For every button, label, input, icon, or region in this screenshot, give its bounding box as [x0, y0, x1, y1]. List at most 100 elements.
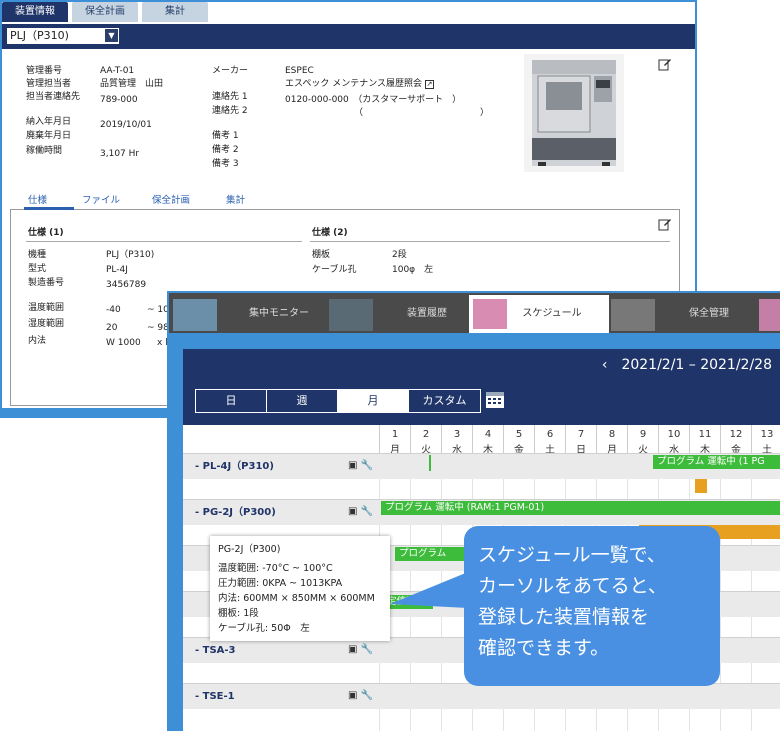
subtab-maintenance-plan[interactable]: 保全計画 [152, 192, 190, 206]
wrench-icon[interactable]: 🔧 [361, 690, 373, 701]
spec-value: W 1000 [106, 338, 141, 348]
view-week-button[interactable]: 週 [267, 390, 338, 412]
program-bar[interactable]: プログラム 運転中 (RAM:1 PGM-01) [381, 501, 780, 515]
spec-value: ~ 10 [147, 305, 169, 315]
spec-label: 製造番号 [28, 278, 65, 288]
view-switcher: 日 週 月 カスタム [195, 389, 481, 413]
note-label: 備考 2 [212, 145, 239, 155]
spec-label: 湿度範囲 [28, 319, 65, 329]
tooltip-line: 温度範囲: -70°C ~ 100°C [218, 563, 333, 574]
spec-value: PLJ（P310) [106, 250, 155, 260]
subtab-files[interactable]: ファイル [82, 192, 120, 206]
device-name: - PL-4J（P310) [195, 461, 274, 472]
wrench-icon[interactable]: 🔧 [361, 644, 373, 655]
contact2-value: （ ） [354, 108, 490, 118]
field-value: 3,107 Hr [100, 149, 140, 159]
program-bar[interactable]: プログラム 運転中 (1 PG [653, 455, 780, 469]
history-tab-thumb [329, 299, 373, 331]
info-icon[interactable]: ▣ [348, 644, 357, 655]
extra-tab-thumb [759, 299, 780, 331]
field-label: 管理担当者 [26, 79, 72, 89]
edit-icon[interactable] [658, 216, 672, 231]
device-name: - TSE-1 [195, 691, 235, 702]
note-label: 備考 1 [212, 131, 239, 141]
spec-label: 棚板 [312, 250, 331, 260]
wrench-icon[interactable]: 🔧 [361, 506, 373, 517]
spec-value: 20 [106, 323, 118, 333]
spec-value: -40 [106, 305, 121, 315]
wrench-icon[interactable]: 🔧 [361, 460, 373, 471]
spec-label: 内法 [28, 336, 47, 346]
maker-label: メーカー [212, 66, 249, 76]
view-day-button[interactable]: 日 [196, 390, 267, 412]
external-link-icon[interactable]: ↗ [424, 80, 434, 89]
chamber-image [532, 60, 616, 166]
day-number: 8 [608, 429, 616, 440]
calendar-icon[interactable] [485, 389, 505, 409]
chevron-down-icon[interactable]: ▼ [105, 29, 118, 42]
spec-value: 3456789 [106, 280, 147, 290]
monitor-tab-thumb [173, 299, 217, 331]
event-marker[interactable] [695, 479, 707, 493]
contact1-label: 連絡先 1 [212, 92, 248, 102]
maker-history-link[interactable]: エスペック メンテナンス履歴照会 ↗ [285, 78, 434, 90]
spec-label: ケーブル孔 [312, 265, 357, 275]
subtab-spec[interactable]: 仕様 [28, 192, 47, 206]
note-label: 備考 3 [212, 159, 239, 169]
row-actions: ▣ 🔧 [348, 506, 373, 517]
edit-icon[interactable] [658, 56, 672, 71]
field-value: 2019/10/01 [100, 120, 152, 130]
tooltip-line: 圧力範囲: 0KPA ~ 1013KPA [218, 578, 343, 589]
program-bar[interactable]: プログラム [395, 547, 465, 561]
subtab-summary[interactable]: 集計 [226, 192, 245, 206]
view-custom-button[interactable]: カスタム [409, 390, 480, 412]
field-label: 担当者連絡先 [26, 92, 81, 102]
device-name-text: TSA-3 [202, 645, 236, 656]
device-name-text: PL-4J（P310) [202, 461, 274, 472]
device-name: - PG-2J（P300) [195, 507, 276, 518]
field-label: 廃棄年月日 [26, 131, 72, 141]
field-value: AA-T-01 [100, 66, 135, 76]
tab-device-info[interactable]: 装置情報 [2, 2, 68, 22]
spec-label: 型式 [28, 264, 47, 274]
main-tabs: 装置情報 保全計画 集計 [2, 2, 208, 24]
device-name-text: PG-2J（P300) [202, 507, 276, 518]
spec-value: PL-4J [106, 265, 128, 275]
tab-summary[interactable]: 集計 [142, 2, 208, 22]
device-select[interactable]: PLJ（P310) ▼ [7, 28, 119, 44]
callout-line: カーソルをあてると、 [478, 575, 667, 597]
field-value: 品質管理 山田 [100, 79, 164, 89]
spec-value: 100φ 左 [392, 265, 434, 275]
tooltip-line: 内法: 600MM × 850MM × 600MM [218, 593, 375, 604]
date-range-label: 2021/2/1 – 2021/2/28 [621, 357, 772, 373]
schedule-header: ‹ 2021/2/1 – 2021/2/28 日 週 月 カスタム [183, 349, 780, 425]
tab-maintenance-plan[interactable]: 保全計画 [72, 2, 138, 22]
info-icon[interactable]: ▣ [348, 506, 357, 517]
day-number: 13 [760, 429, 774, 440]
prev-period-button[interactable]: ‹ [602, 357, 608, 373]
module-tabs: 集中モニター 装置履歴 スケジュール 保全管理 [169, 293, 780, 333]
device-row[interactable]: - TSE-1 ▣ 🔧 [183, 683, 780, 709]
view-month-button[interactable]: 月 [338, 390, 409, 412]
day-number: 6 [546, 429, 554, 440]
spec-label: 機種 [28, 250, 47, 260]
spec1-title: 仕様 (1) [28, 228, 64, 238]
device-selector-bar: PLJ（P310) ▼ [2, 24, 695, 49]
day-number: 11 [698, 429, 712, 440]
tab-device-history[interactable]: 装置履歴 [407, 295, 447, 333]
spec2-title: 仕様 (2) [312, 228, 348, 238]
info-icon[interactable]: ▣ [348, 460, 357, 471]
maker-value: ESPEC [285, 66, 314, 76]
device-tooltip: PG-2J（P300) 温度範囲: -70°C ~ 100°C 圧力範囲: 0K… [210, 536, 390, 641]
device-photo [524, 54, 624, 172]
info-icon[interactable]: ▣ [348, 690, 357, 701]
day-number: 9 [639, 429, 647, 440]
tab-central-monitor[interactable]: 集中モニター [249, 295, 309, 333]
tab-maintenance[interactable]: 保全管理 [689, 295, 729, 333]
day-number: 1 [391, 429, 399, 440]
row-actions: ▣ 🔧 [348, 690, 373, 701]
tab-schedule-label: スケジュール [522, 308, 582, 319]
contact1-value: 0120-000-000 （カスタマーサポート ） [285, 95, 462, 105]
day-number: 4 [484, 429, 492, 440]
callout-pointer [390, 572, 468, 608]
